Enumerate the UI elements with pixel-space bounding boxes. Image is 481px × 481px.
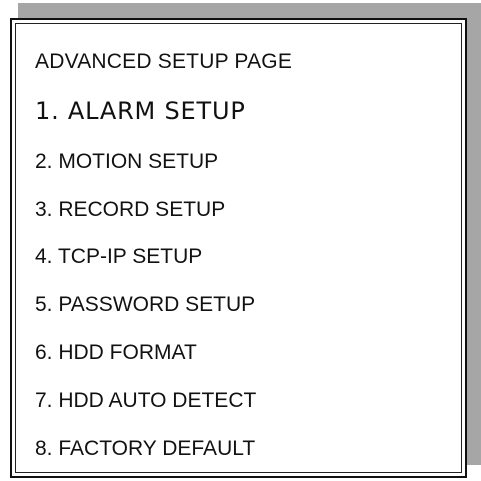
menu-item-tcp-ip-setup[interactable]: 4. TCP-IP SETUP — [35, 245, 202, 269]
menu-item-hdd-auto-detect[interactable]: 7. HDD AUTO DETECT — [35, 389, 256, 413]
menu-item-password-setup[interactable]: 5. PASSWORD SETUP — [35, 293, 255, 317]
menu-title: ADVANCED SETUP PAGE — [35, 50, 293, 73]
osd-screen: ADVANCED SETUP PAGE 1. ALARM SETUP 2. MO… — [0, 0, 481, 481]
menu-item-hdd-format[interactable]: 6. HDD FORMAT — [35, 341, 197, 365]
menu-item-record-setup[interactable]: 3. RECORD SETUP — [35, 198, 225, 222]
menu-item-alarm-setup[interactable]: 1. ALARM SETUP — [35, 97, 246, 125]
menu-item-factory-default[interactable]: 8. FACTORY DEFAULT — [35, 437, 255, 461]
menu-item-motion-setup[interactable]: 2. MOTION SETUP — [35, 150, 218, 174]
